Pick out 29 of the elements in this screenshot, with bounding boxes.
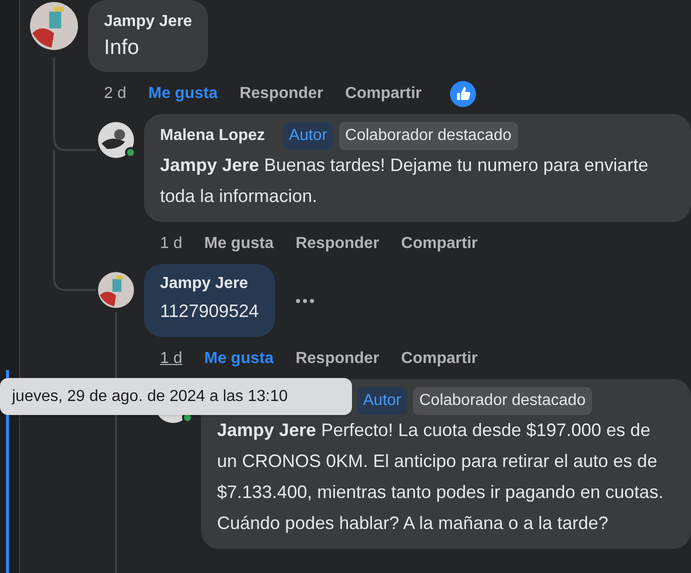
- avatar[interactable]: [98, 122, 134, 158]
- avatar[interactable]: [30, 2, 78, 50]
- top-contributor-badge: Colaborador destacado: [339, 122, 518, 150]
- comment-text: 1127909524: [160, 300, 259, 323]
- author-name[interactable]: Jampy Jere: [104, 10, 192, 34]
- avatar[interactable]: [98, 272, 134, 308]
- comment-text: Jampy Jere Perfecto! La cuota desde $197.000 es de un CRONOS 0KM. El anticipo para retirar el auto es de $7.133.400, mientras tanto podes ir pagando en cuotas. Cuándo podes hablar? A la mañana o a la tarde?: [217, 419, 664, 535]
- author-name[interactable]: Malena Lopez: [160, 124, 265, 148]
- action-link[interactable]: Compartir: [345, 82, 422, 106]
- action-link[interactable]: Compartir: [401, 347, 478, 371]
- author-badge: Autor: [282, 122, 334, 150]
- tooltip: jueves, 29 de ago. de 2024 a las 13:10: [0, 378, 352, 415]
- timestamp-link[interactable]: 1 d: [160, 347, 182, 371]
- timestamp-link[interactable]: 1 d: [160, 232, 182, 256]
- action-link[interactable]: Responder: [296, 347, 380, 371]
- comment-text: Info: [104, 35, 140, 61]
- timestamp-link[interactable]: 2 d: [104, 82, 126, 106]
- action-link[interactable]: Me gusta: [148, 82, 218, 106]
- comment-text: Jampy Jere Buenas tardes! Dejame tu numero para enviarte toda la informacion.: [160, 154, 650, 208]
- author-name[interactable]: Jampy Jere: [160, 272, 248, 296]
- like-reaction-icon[interactable]: [450, 81, 476, 107]
- action-link[interactable]: Me gusta: [204, 347, 274, 371]
- top-contributor-badge: Colaborador destacado: [413, 387, 592, 415]
- action-link[interactable]: Responder: [296, 232, 380, 256]
- action-link[interactable]: Responder: [240, 82, 324, 106]
- action-link[interactable]: Me gusta: [204, 232, 274, 256]
- author-badge: Autor: [357, 387, 408, 415]
- more-menu-icon[interactable]: [294, 298, 315, 304]
- action-link[interactable]: Compartir: [401, 232, 478, 256]
